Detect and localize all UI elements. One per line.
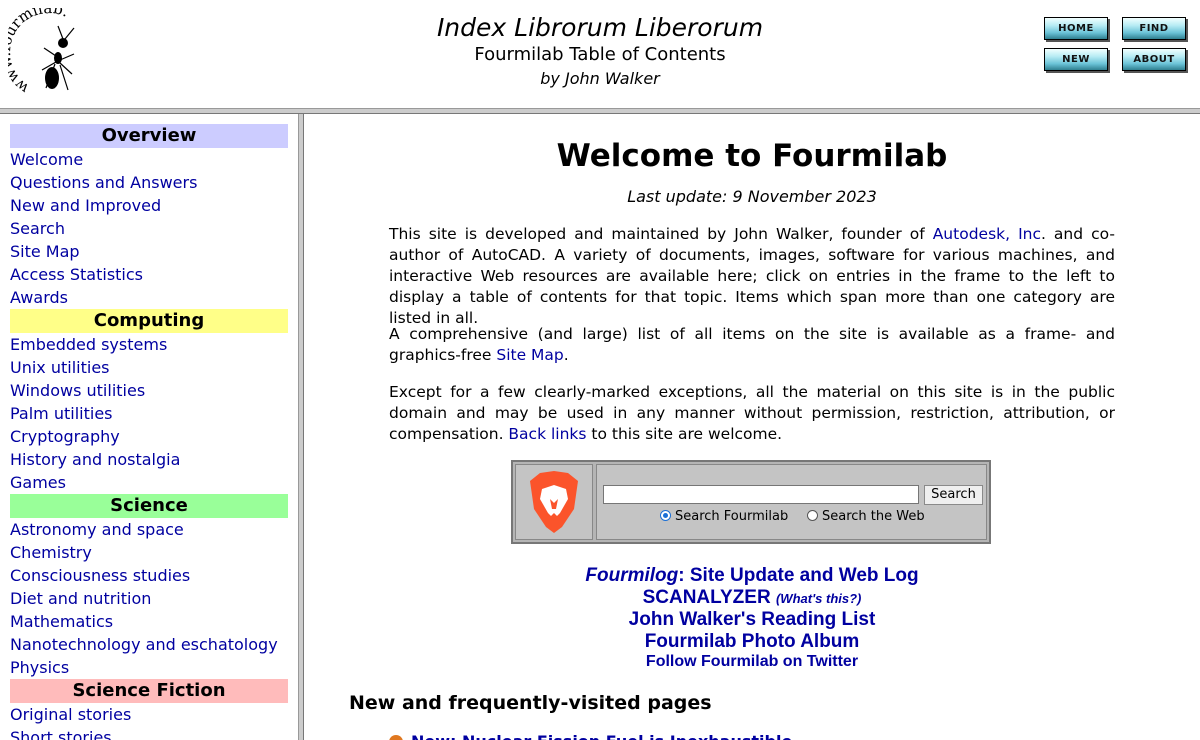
search-input[interactable] <box>603 485 919 504</box>
fourmilog-name: Fourmilog <box>585 565 679 586</box>
sitemap-paragraph: A comprehensive (and large) list of all … <box>389 324 1115 366</box>
find-button[interactable]: FIND <box>1122 17 1186 40</box>
photo-album-link[interactable]: Fourmilab Photo Album <box>304 631 1200 653</box>
search-box: Search Search Fourmilab Search the Web <box>511 460 991 544</box>
sidebar-item-windows[interactable]: Windows utilities <box>10 379 298 402</box>
sidebar-item-physics[interactable]: Physics <box>10 656 298 679</box>
reading-list-link[interactable]: John Walker's Reading List <box>304 609 1200 631</box>
sidebar-item-astronomy[interactable]: Astronomy and space <box>10 518 298 541</box>
back-links-link[interactable]: Back links <box>508 425 586 443</box>
new-item-icon <box>389 735 403 740</box>
sidebar-item-original-stories[interactable]: Original stories <box>10 703 298 726</box>
radio-search-fourmilab[interactable]: Search Fourmilab <box>660 510 788 524</box>
new-pages-heading: New and frequently-visited pages <box>349 692 712 714</box>
site-map-link[interactable]: Site Map <box>496 346 563 364</box>
site-title: Index Librorum Liberorum <box>436 13 764 42</box>
sidebar-item-search[interactable]: Search <box>10 217 298 240</box>
radio-label-web: Search the Web <box>822 509 925 524</box>
sidebar-item-access-stats[interactable]: Access Statistics <box>10 263 298 286</box>
sidebar-item-awards[interactable]: Awards <box>10 286 298 309</box>
sidebar-item-consciousness[interactable]: Consciousness studies <box>10 564 298 587</box>
public-domain-paragraph: Except for a few clearly-marked exceptio… <box>389 382 1115 445</box>
sidebar-frame: Overview Welcome Questions and Answers N… <box>0 114 298 740</box>
sidebar-item-mathematics[interactable]: Mathematics <box>10 610 298 633</box>
site-byline: by John Walker <box>540 69 660 88</box>
sidebar-item-cryptography[interactable]: Cryptography <box>10 425 298 448</box>
site-subtitle: Fourmilab Table of Contents <box>474 44 726 65</box>
list-item[interactable]: New: Nuclear Fission Fuel is Inexhaustib… <box>389 732 792 740</box>
sidebar-item-site-map[interactable]: Site Map <box>10 240 298 263</box>
sidebar-item-embedded[interactable]: Embedded systems <box>10 333 298 356</box>
radio-selected-icon[interactable] <box>660 510 671 521</box>
autodesk-link[interactable]: Autodesk, Inc <box>933 225 1041 243</box>
fourmilog-link[interactable]: Fourmilog: Site Update and Web Log <box>304 565 1200 587</box>
sidebar-item-palm[interactable]: Palm utilities <box>10 402 298 425</box>
sidebar-item-games[interactable]: Games <box>10 471 298 494</box>
list-item-label: New: Nuclear Fission Fuel is Inexhaustib… <box>411 732 792 740</box>
section-header-overview: Overview <box>10 124 288 148</box>
header-frame: www.fourmilab.ch Index Librorum Liberoru… <box>0 0 1200 108</box>
whats-this-link[interactable]: (What's this?) <box>776 591 861 606</box>
sidebar-item-chemistry[interactable]: Chemistry <box>10 541 298 564</box>
twitter-link[interactable]: Follow Fourmilab on Twitter <box>304 653 1200 671</box>
public-domain-text-rest: to this site are welcome. <box>586 425 783 443</box>
intro-paragraph: This site is developed and maintained by… <box>389 224 1115 329</box>
sidebar-item-diet[interactable]: Diet and nutrition <box>10 587 298 610</box>
main-frame: Welcome to Fourmilab Last update: 9 Nove… <box>304 114 1200 740</box>
section-header-computing: Computing <box>10 309 288 333</box>
radio-unselected-icon[interactable] <box>807 510 818 521</box>
section-header-science-fiction: Science Fiction <box>10 679 288 703</box>
fourmilog-rest: : Site Update and Web Log <box>678 565 919 586</box>
home-button[interactable]: HOME <box>1044 17 1108 40</box>
sidebar-item-short-stories[interactable]: Short stories <box>10 726 298 740</box>
intro-text: This site is developed and maintained by… <box>389 225 933 243</box>
sidebar-item-welcome[interactable]: Welcome <box>10 148 298 171</box>
sidebar-item-nanotech[interactable]: Nanotechnology and eschatology <box>10 633 298 656</box>
scanalyzer-link[interactable]: SCANALYZER (What's this?) <box>304 587 1200 609</box>
last-update: Last update: 9 November 2023 <box>627 187 877 206</box>
search-button[interactable]: Search <box>924 485 983 505</box>
sitemap-text-rest: . <box>563 346 569 364</box>
scanalyzer-label: SCANALYZER <box>642 587 771 608</box>
page-title: Welcome to Fourmilab <box>556 138 948 174</box>
brave-lion-icon[interactable] <box>516 465 592 539</box>
sidebar-item-history[interactable]: History and nostalgia <box>10 448 298 471</box>
radio-search-web[interactable]: Search the Web <box>807 510 925 524</box>
sidebar-item-new-improved[interactable]: New and Improved <box>10 194 298 217</box>
brave-search-logo-cell <box>515 464 593 540</box>
radio-label-fourmilab: Search Fourmilab <box>675 509 789 524</box>
section-header-science: Science <box>10 494 288 518</box>
search-form: Search Search Fourmilab Search the Web <box>596 464 987 540</box>
new-button[interactable]: NEW <box>1044 48 1108 71</box>
sidebar-item-unix[interactable]: Unix utilities <box>10 356 298 379</box>
about-button[interactable]: ABOUT <box>1122 48 1186 71</box>
sidebar-item-questions[interactable]: Questions and Answers <box>10 171 298 194</box>
